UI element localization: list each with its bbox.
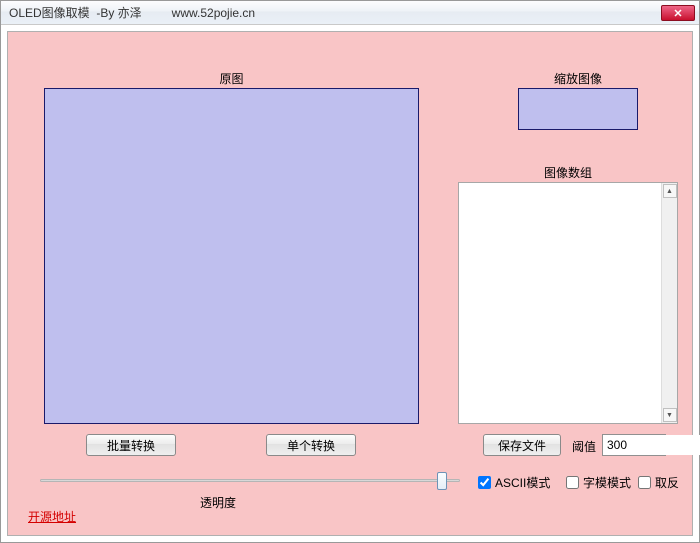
array-output-textarea[interactable] bbox=[459, 183, 661, 423]
original-image-canvas[interactable] bbox=[44, 88, 419, 424]
ascii-mode-label: ASCII模式 bbox=[495, 474, 550, 491]
slider-thumb[interactable] bbox=[437, 472, 447, 490]
close-button[interactable] bbox=[661, 5, 695, 21]
single-convert-button[interactable]: 单个转换 bbox=[266, 434, 356, 456]
ascii-mode-input[interactable] bbox=[478, 476, 491, 489]
ascii-mode-checkbox[interactable]: ASCII模式 bbox=[478, 474, 550, 491]
array-label: 图像数组 bbox=[458, 164, 678, 181]
scrollbar[interactable]: ▲ ▼ bbox=[661, 183, 677, 423]
font-mode-label: 字模模式 bbox=[583, 474, 631, 491]
open-source-link[interactable]: 开源地址 bbox=[28, 508, 76, 525]
save-file-button[interactable]: 保存文件 bbox=[483, 434, 561, 456]
scroll-down-icon[interactable]: ▼ bbox=[663, 408, 677, 422]
window-title: OLED图像取模 -By 亦泽 www.52pojie.cn bbox=[9, 4, 661, 21]
scaled-label: 缩放图像 bbox=[518, 70, 638, 87]
array-output-box: ▲ ▼ bbox=[458, 182, 678, 424]
opacity-slider[interactable] bbox=[40, 470, 460, 492]
font-mode-checkbox[interactable]: 字模模式 bbox=[566, 474, 631, 491]
slider-track[interactable] bbox=[40, 479, 460, 482]
main-panel: 原图 缩放图像 图像数组 ▲ ▼ 批量转换 单个转换 保存文件 阈值 ▲ ▼ bbox=[7, 31, 693, 536]
scroll-up-icon[interactable]: ▲ bbox=[663, 184, 677, 198]
threshold-input[interactable] bbox=[603, 435, 700, 455]
scaled-image-canvas bbox=[518, 88, 638, 130]
invert-checkbox[interactable]: 取反 bbox=[638, 474, 679, 491]
titlebar: OLED图像取模 -By 亦泽 www.52pojie.cn bbox=[1, 1, 699, 25]
original-label: 原图 bbox=[44, 70, 419, 87]
invert-label: 取反 bbox=[655, 474, 679, 491]
opacity-label: 透明度 bbox=[200, 494, 236, 511]
threshold-spinner[interactable]: ▲ ▼ bbox=[602, 434, 666, 456]
batch-convert-button[interactable]: 批量转换 bbox=[86, 434, 176, 456]
client-area: 原图 缩放图像 图像数组 ▲ ▼ 批量转换 单个转换 保存文件 阈值 ▲ ▼ bbox=[1, 25, 699, 542]
font-mode-input[interactable] bbox=[566, 476, 579, 489]
threshold-label: 阈值 bbox=[572, 438, 596, 455]
invert-input[interactable] bbox=[638, 476, 651, 489]
